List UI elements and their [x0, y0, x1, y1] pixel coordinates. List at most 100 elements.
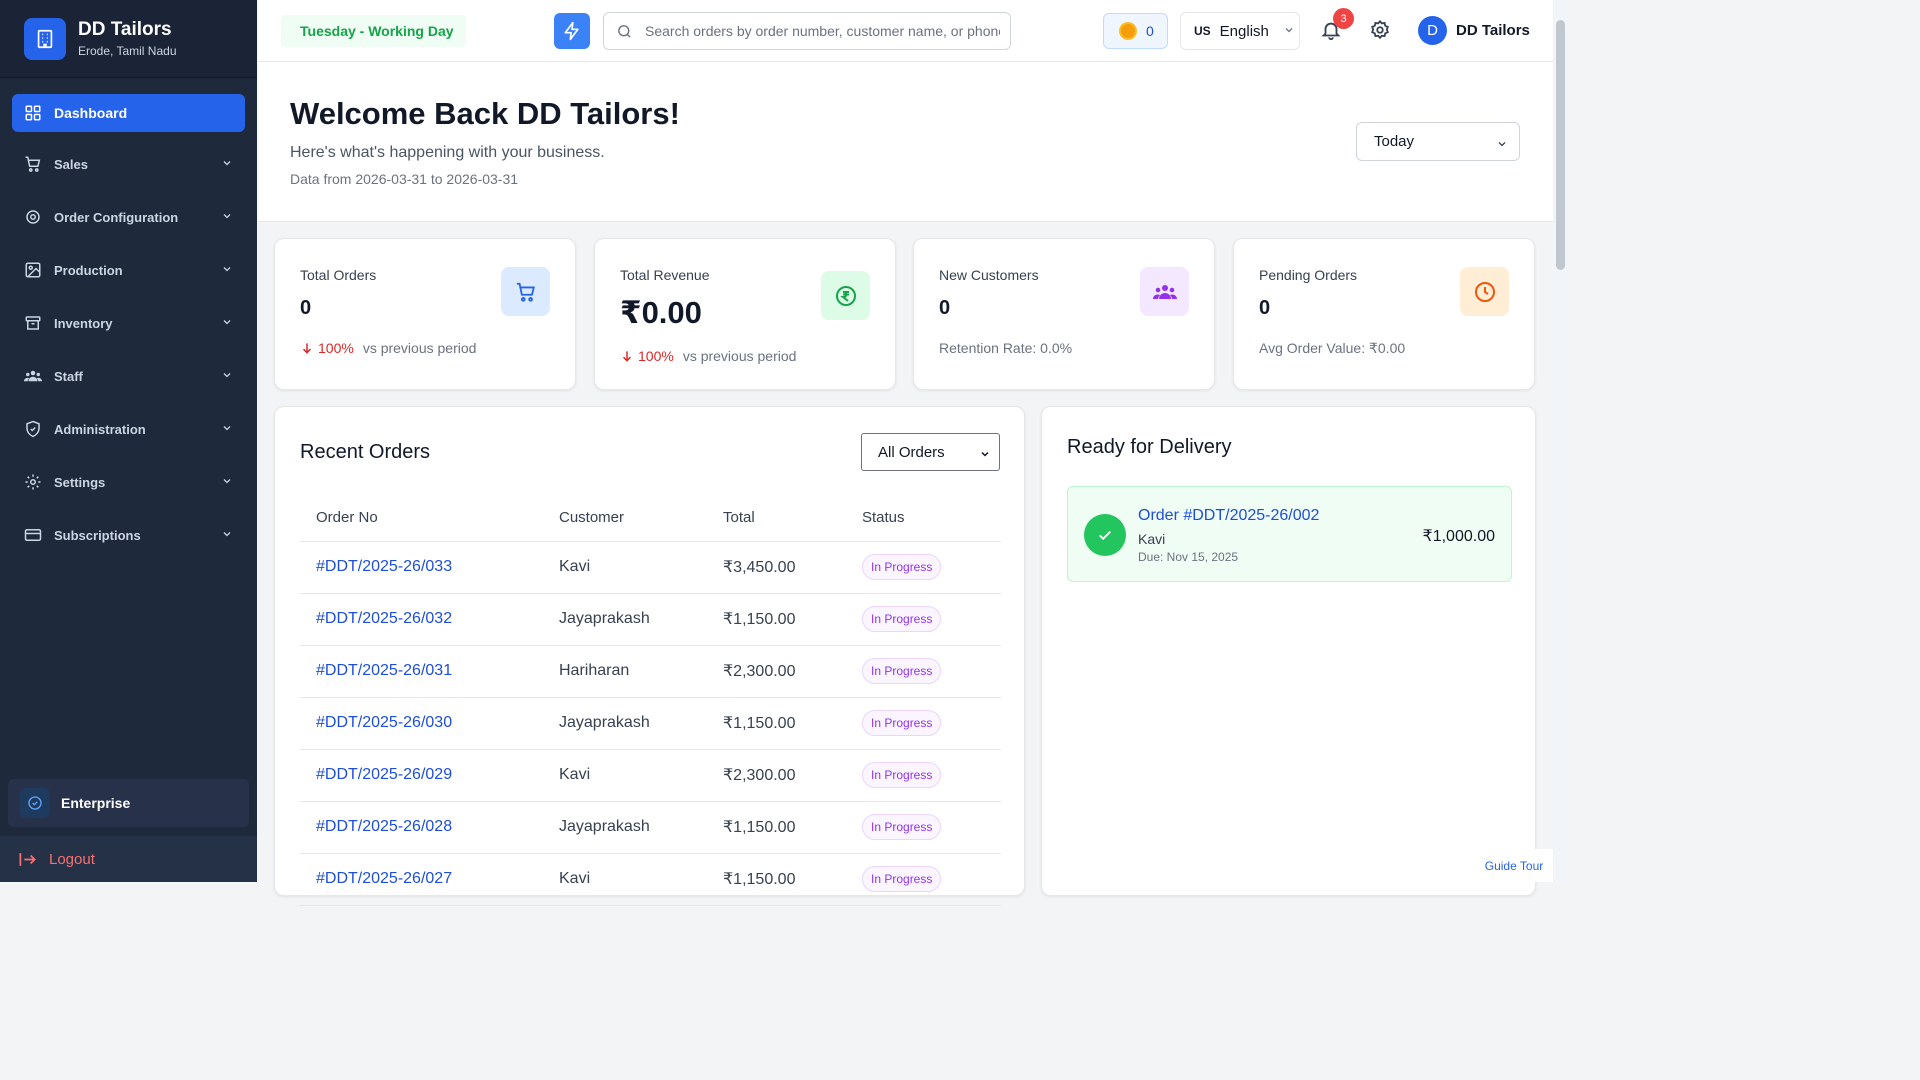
table-header-row: Order No Customer Total Status: [300, 495, 1001, 542]
sidebar-item-administration[interactable]: Administration: [12, 410, 245, 448]
chevron-down-icon: [221, 475, 233, 490]
sidebar-item-inventory[interactable]: Inventory: [12, 304, 245, 342]
sidebar-item-subscriptions[interactable]: Subscriptions: [12, 516, 245, 554]
period-select[interactable]: Today: [1356, 122, 1520, 161]
sidebar-item-dashboard[interactable]: Dashboard: [12, 94, 245, 132]
clock-icon: [1460, 267, 1509, 316]
status-badge: In Progress: [862, 710, 942, 736]
table-row[interactable]: #DDT/2025-26/032 Jayaprakash ₹1,150.00 I…: [300, 593, 1001, 646]
brand-name: DD Tailors: [78, 19, 172, 40]
card-icon: [24, 526, 42, 544]
status-cell: In Progress: [846, 541, 1001, 594]
trend-text: vs previous period: [682, 348, 797, 364]
table-row[interactable]: #DDT/2025-26/029 Kavi ₹2,300.00 In Progr…: [300, 749, 1001, 802]
gear-icon: [1371, 19, 1389, 40]
recent-orders-card: Recent Orders All Orders Order No Custom…: [274, 406, 1025, 906]
logout-button[interactable]: Logout: [0, 836, 257, 882]
sidebar-item-label: Order Configuration: [54, 209, 179, 225]
delivery-title: Ready for Delivery: [1067, 436, 1232, 458]
chevron-down-icon: [1496, 137, 1508, 154]
trend-text: vs previous period: [362, 340, 477, 356]
quick-action-button[interactable]: [554, 13, 590, 49]
order-number-link[interactable]: #DDT/2025-26/031: [300, 645, 543, 698]
customer-name: Kavi: [543, 541, 707, 594]
sidebar-item-settings[interactable]: Settings: [12, 463, 245, 501]
column-header: Customer: [543, 495, 707, 542]
sidebar-item-label: Production: [54, 262, 123, 278]
chevron-down-icon: [221, 369, 233, 384]
check-circle-icon: [1084, 514, 1126, 556]
table-row[interactable]: #DDT/2025-26/028 Jayaprakash ₹1,150.00 I…: [300, 801, 1001, 854]
stat-card-new-customers: New Customers 0 Retention Rate: 0.0%: [913, 238, 1215, 390]
sidebar-item-sales[interactable]: Sales: [12, 145, 245, 183]
avatar: D: [1418, 16, 1447, 45]
arrow-down-icon: [302, 343, 312, 354]
order-number-link[interactable]: #DDT/2025-26/027: [300, 853, 543, 906]
sidebar-item-label: Sales: [54, 156, 88, 172]
orders-table: Order No Customer Total Status #DDT/2025…: [300, 495, 1001, 906]
coin-icon: [1119, 22, 1137, 40]
rupee-icon: [821, 271, 870, 320]
order-total: ₹2,300.00: [707, 645, 846, 698]
coin-count: 0: [1146, 23, 1154, 39]
flag-icon: US: [1194, 24, 1211, 38]
table-row[interactable]: #DDT/2025-26/027 Kavi ₹1,150.00 In Progr…: [300, 853, 1001, 906]
language-select[interactable]: US English: [1180, 12, 1300, 50]
table-row[interactable]: #DDT/2025-26/030 Jayaprakash ₹1,150.00 I…: [300, 697, 1001, 750]
sidebar-item-order-configuration[interactable]: Order Configuration: [12, 198, 245, 236]
settings-button[interactable]: [1369, 19, 1393, 43]
column-header: Order No: [300, 495, 543, 542]
orders-filter-select[interactable]: All Orders: [861, 433, 1000, 471]
grid-icon: [24, 104, 42, 122]
search-icon: [618, 24, 631, 38]
top-bar: Tuesday - Working Day 0 US English 3 D D…: [258, 0, 1553, 62]
sidebar-nav: Dashboard Sales Order Configuration Prod…: [0, 78, 257, 554]
order-number-link[interactable]: #DDT/2025-26/032: [300, 593, 543, 646]
customer-name: Hariharan: [543, 645, 707, 698]
customer-name: Kavi: [543, 853, 707, 906]
guide-tour-button[interactable]: Guide Tour: [1475, 849, 1553, 882]
bolt-icon: [564, 21, 579, 41]
cog-icon: [24, 208, 42, 226]
page-scrollbar[interactable]: [1553, 0, 1568, 882]
sidebar: DD Tailors Erode, Tamil Nadu Dashboard S…: [0, 0, 257, 882]
order-number-link[interactable]: #DDT/2025-26/028: [300, 801, 543, 854]
status-badge: In Progress: [862, 814, 942, 840]
ready-for-delivery-card: Ready for Delivery Order #DDT/2025-26/00…: [1041, 406, 1536, 896]
stat-value: 0: [939, 297, 951, 319]
user-menu[interactable]: D DD Tailors: [1418, 16, 1530, 45]
coin-balance[interactable]: 0: [1103, 13, 1168, 49]
status-cell: In Progress: [846, 697, 1001, 750]
order-number-link[interactable]: #DDT/2025-26/029: [300, 749, 543, 802]
trend-percent: 100%: [638, 348, 674, 364]
search-input[interactable]: [645, 23, 1000, 39]
delivery-item[interactable]: Order #DDT/2025-26/002 Kavi Due: Nov 15,…: [1067, 486, 1512, 582]
order-number-link[interactable]: #DDT/2025-26/030: [300, 697, 543, 750]
cart-icon: [24, 155, 42, 173]
customer-name: Jayaprakash: [543, 801, 707, 854]
status-badge: In Progress: [862, 606, 942, 632]
sidebar-item-label: Administration: [54, 421, 146, 437]
sidebar-item-staff[interactable]: Staff: [12, 357, 245, 395]
order-total: ₹1,150.00: [707, 593, 846, 646]
stat-card-total-orders: Total Orders 0 100% vs previous period: [274, 238, 576, 390]
date-range-text: Data from 2026-03-31 to 2026-03-31: [290, 171, 519, 187]
cart-icon: [501, 267, 550, 316]
order-number-link[interactable]: #DDT/2025-26/033: [300, 541, 543, 594]
delivery-customer: Kavi: [1138, 531, 1166, 547]
sidebar-item-production[interactable]: Production: [12, 251, 245, 289]
scrollbar-thumb[interactable]: [1556, 20, 1565, 270]
customer-name: Jayaprakash: [543, 697, 707, 750]
recent-orders-title: Recent Orders: [300, 441, 431, 463]
sidebar-item-label: Subscriptions: [54, 527, 141, 543]
table-row[interactable]: #DDT/2025-26/031 Hariharan ₹2,300.00 In …: [300, 645, 1001, 698]
stat-label: Pending Orders: [1259, 267, 1358, 283]
delivery-amount: ₹1,000.00: [1422, 528, 1495, 545]
table-row[interactable]: #DDT/2025-26/033 Kavi ₹3,450.00 In Progr…: [300, 541, 1001, 594]
status-cell: In Progress: [846, 801, 1001, 854]
delivery-order-link[interactable]: Order #DDT/2025-26/002: [1138, 507, 1319, 525]
sidebar-item-label: Settings: [54, 474, 106, 490]
stat-meta: Retention Rate: 0.0%: [939, 340, 1073, 356]
stat-trend: 100% vs previous period: [620, 348, 796, 364]
plan-badge[interactable]: Enterprise: [8, 779, 249, 827]
